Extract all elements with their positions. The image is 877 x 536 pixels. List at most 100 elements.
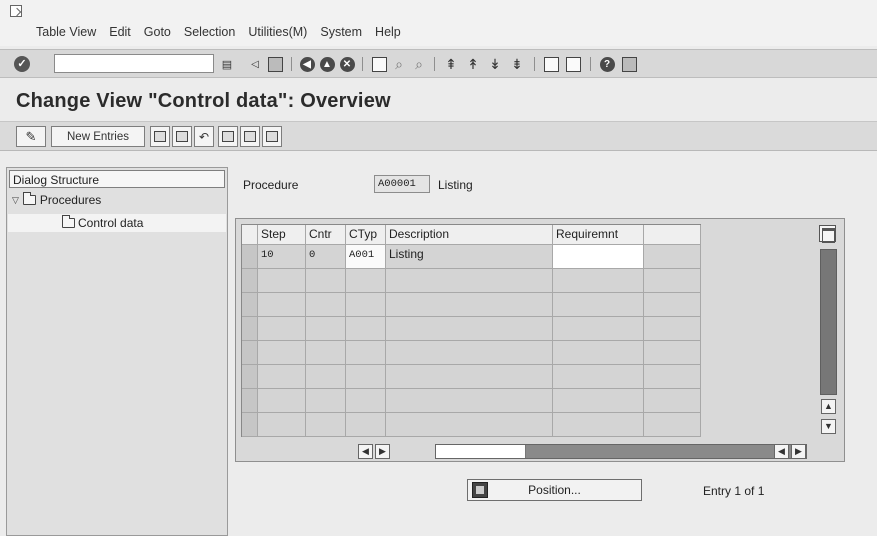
help-icon[interactable]: ?: [598, 55, 616, 73]
scroll-left-icon[interactable]: ◀: [774, 444, 789, 459]
table-cell: [258, 341, 306, 365]
previous-page-icon[interactable]: ↟: [464, 55, 482, 73]
command-field[interactable]: [54, 54, 214, 73]
enter-icon[interactable]: ✓: [14, 56, 30, 72]
cell-description: Listing: [386, 245, 553, 269]
table-cell: [553, 365, 644, 389]
system-menu-icon[interactable]: [10, 5, 22, 17]
last-page-icon[interactable]: ⇟: [508, 55, 526, 73]
scroll-right-icon[interactable]: ▶: [791, 444, 806, 459]
table-cell: [386, 269, 553, 293]
row-selector[interactable]: [242, 413, 258, 437]
row-selector[interactable]: [242, 365, 258, 389]
row-selector[interactable]: [242, 293, 258, 317]
column-header-empty[interactable]: [644, 225, 701, 245]
table-cell: [346, 389, 386, 413]
tree-node-control-data[interactable]: Control data: [8, 214, 226, 232]
row-selector[interactable]: [242, 245, 258, 269]
tree-node-label: Procedures: [39, 193, 102, 207]
display-change-button[interactable]: ✎: [16, 126, 46, 147]
position-button-label: Position...: [528, 483, 581, 497]
procedure-field: A00001: [374, 175, 430, 193]
create-session-icon[interactable]: [542, 55, 560, 73]
table-cell: [553, 317, 644, 341]
horizontal-scrollbar[interactable]: [396, 444, 811, 459]
layout-menu-icon[interactable]: [620, 55, 638, 73]
expand-arrow-icon[interactable]: ▽: [12, 195, 19, 206]
toolbar-separator: [291, 57, 292, 71]
vertical-scroll-track[interactable]: [820, 249, 837, 395]
menu-help[interactable]: Help: [375, 25, 401, 39]
column-scroll-right-icon[interactable]: ▶: [375, 444, 390, 459]
first-page-icon[interactable]: ⇞: [442, 55, 460, 73]
cancel-icon[interactable]: ✕: [338, 55, 356, 73]
menu-selection[interactable]: Selection: [184, 25, 235, 39]
table-settings-icon[interactable]: [819, 225, 836, 243]
position-button[interactable]: Position...: [467, 479, 642, 501]
deselect-all-button[interactable]: [262, 126, 282, 147]
back-arrow-icon[interactable]: ◁: [246, 55, 264, 73]
procedure-label: Procedure: [243, 178, 299, 192]
row-selector[interactable]: [242, 317, 258, 341]
exit-icon[interactable]: ▲: [318, 55, 336, 73]
find-next-icon[interactable]: ⌕: [410, 55, 428, 73]
table-cell: [644, 269, 701, 293]
cell-step: 10: [258, 245, 306, 269]
application-toolbar: ✎ New Entries ↶: [0, 121, 877, 151]
shortcut-icon[interactable]: [564, 55, 582, 73]
toolbar-separator: [362, 57, 363, 71]
vertical-scrollbar[interactable]: ▲ ▼: [820, 249, 837, 439]
table-cell: [644, 317, 701, 341]
column-header-cntr[interactable]: Cntr: [306, 225, 346, 245]
table-cell: [346, 269, 386, 293]
scroll-down-icon[interactable]: ▼: [821, 419, 836, 434]
table-cell: [306, 413, 346, 437]
save-icon[interactable]: [266, 55, 284, 73]
deselect-all-icon: [266, 131, 278, 142]
menu-system[interactable]: System: [320, 25, 362, 39]
table-cell: [258, 389, 306, 413]
find-icon[interactable]: ⌕: [390, 55, 408, 73]
cell-requirement[interactable]: [553, 245, 644, 269]
table-cell: [386, 341, 553, 365]
row-selector[interactable]: [242, 389, 258, 413]
select-block-button[interactable]: [240, 126, 260, 147]
menu-edit[interactable]: Edit: [109, 25, 131, 39]
select-all-column-header[interactable]: [242, 225, 258, 245]
undo-change-button[interactable]: ↶: [194, 126, 214, 147]
column-header-step[interactable]: Step: [258, 225, 306, 245]
scroll-up-icon[interactable]: ▲: [821, 399, 836, 414]
row-selector[interactable]: [242, 341, 258, 365]
menu-items: Table View Edit Goto Selection Utilities…: [36, 25, 401, 39]
copy-as-button[interactable]: [150, 126, 170, 147]
table-cell: [306, 293, 346, 317]
column-header-requirement[interactable]: Requiremnt: [553, 225, 644, 245]
menu-goto[interactable]: Goto: [144, 25, 171, 39]
menu-table-view[interactable]: Table View: [36, 25, 96, 39]
print-icon[interactable]: [370, 55, 388, 73]
table-cell: [258, 365, 306, 389]
select-all-button[interactable]: [218, 126, 238, 147]
horizontal-scroll-thumb[interactable]: [436, 445, 526, 458]
table-cell: [644, 413, 701, 437]
command-history-icon[interactable]: ▤: [218, 55, 236, 73]
page-title: Change View "Control data": Overview: [16, 90, 391, 112]
new-entries-button[interactable]: New Entries: [51, 126, 145, 147]
open-folder-icon: [62, 215, 75, 228]
delete-button[interactable]: [172, 126, 192, 147]
back-icon[interactable]: ◀: [298, 55, 316, 73]
menu-utilities[interactable]: Utilities(M): [248, 25, 307, 39]
table-cell: [306, 389, 346, 413]
toolbar-separator: [434, 57, 435, 71]
column-header-ctyp[interactable]: CTyp: [346, 225, 386, 245]
table-cell: [644, 389, 701, 413]
column-scroll-left-icon[interactable]: ◀: [358, 444, 373, 459]
horizontal-scroll-track[interactable]: [435, 444, 807, 459]
tree-node-procedures[interactable]: ▽ Procedures: [12, 192, 102, 207]
cell-ctyp[interactable]: A001: [346, 245, 386, 269]
column-header-description[interactable]: Description: [386, 225, 553, 245]
table-cell: [346, 341, 386, 365]
row-selector[interactable]: [242, 269, 258, 293]
toolbar-separator: [534, 57, 535, 71]
next-page-icon[interactable]: ↡: [486, 55, 504, 73]
